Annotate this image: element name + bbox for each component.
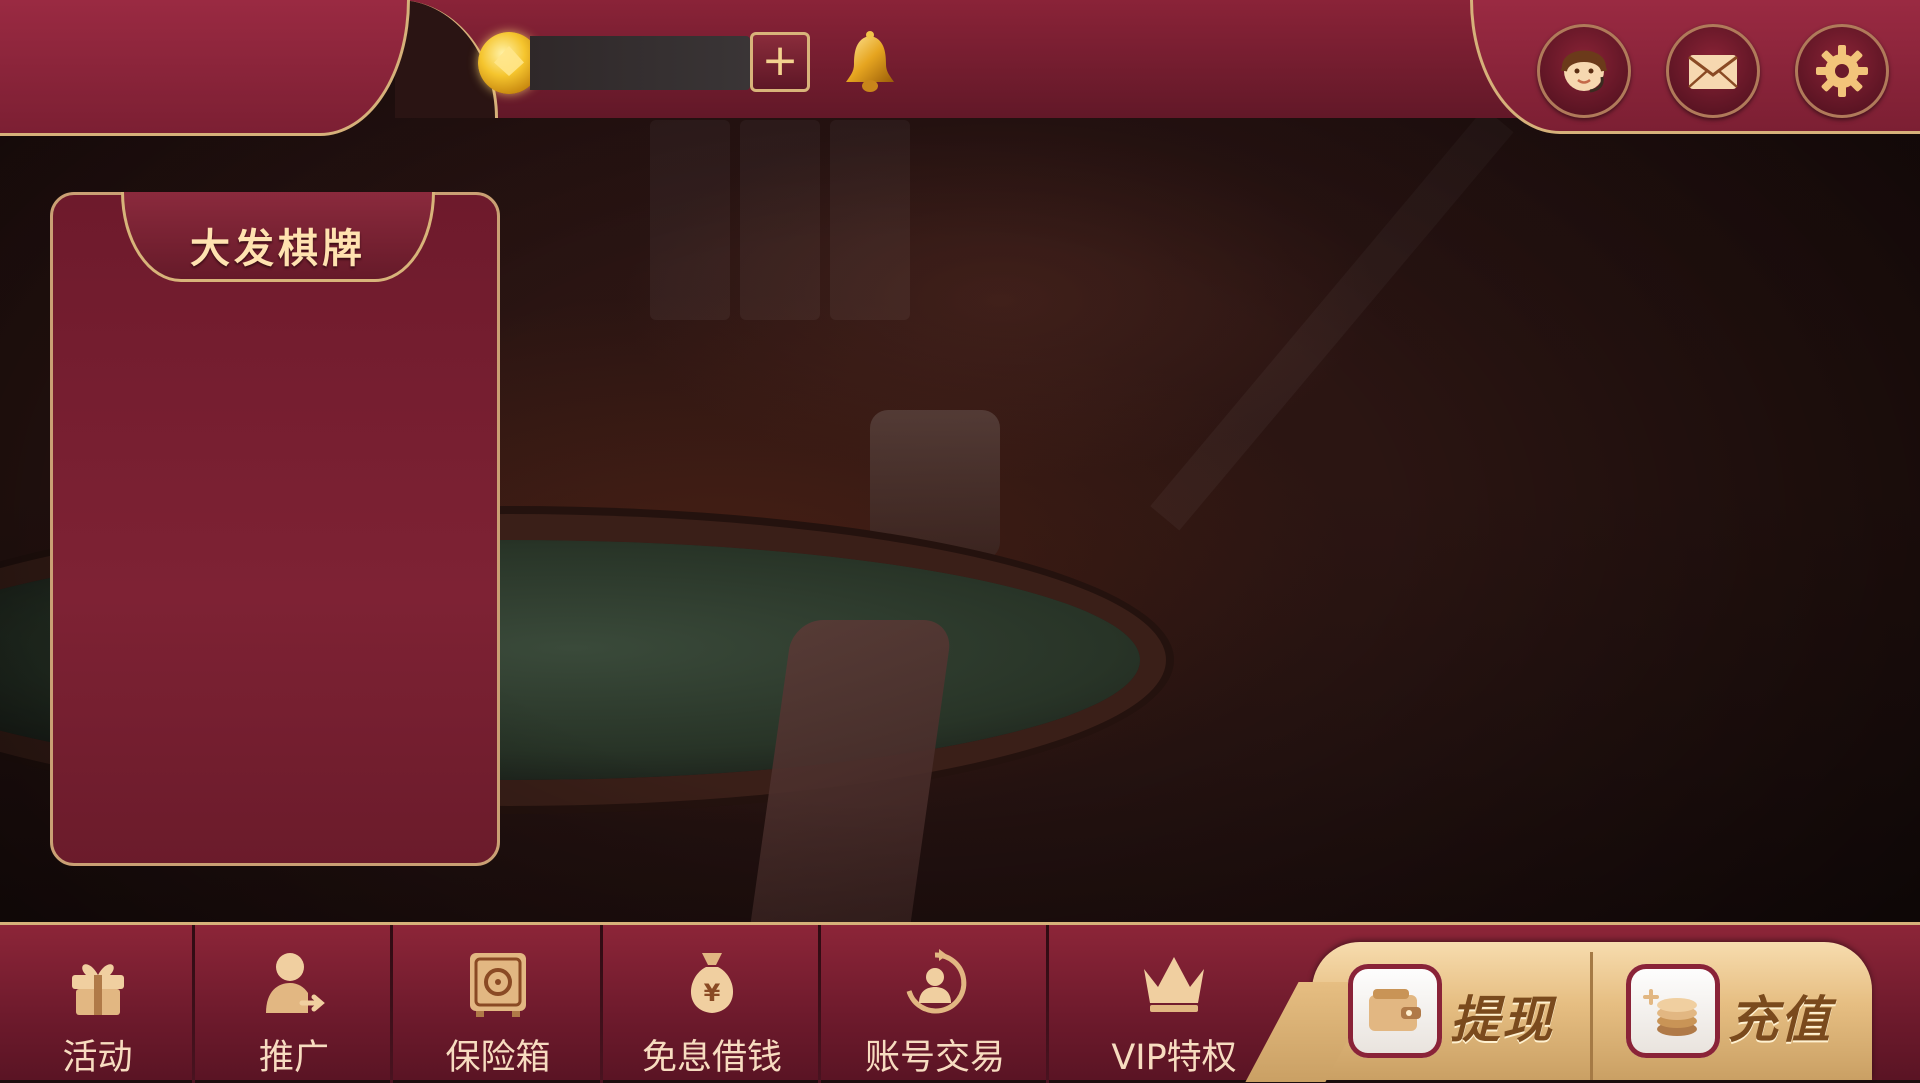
bell-icon[interactable]: [842, 30, 898, 96]
settings-icon: [1816, 45, 1868, 97]
svg-text:¥: ¥: [704, 979, 721, 1007]
mail-button[interactable]: [1666, 24, 1760, 118]
withdraw-label: 提现: [1450, 991, 1554, 1049]
money-bag-icon: ¥: [690, 953, 734, 1013]
nav-item-activity[interactable]: 活动: [0, 925, 195, 1083]
wallet-icon: [1369, 989, 1421, 1031]
account-trade-icon: [906, 949, 967, 1014]
safe-icon: [470, 953, 526, 1017]
crown-icon: [1144, 957, 1204, 1012]
recharge-button[interactable]: 充值: [1610, 962, 1860, 1062]
nav-label: 保险箱: [445, 1038, 551, 1078]
nav-item-safe[interactable]: 保险箱: [393, 925, 603, 1083]
coins-icon-box: [1626, 964, 1720, 1058]
wallet-icon-box: [1348, 964, 1442, 1058]
nav-item-promotion[interactable]: 推广: [195, 925, 393, 1083]
customer-service-icon: [1561, 50, 1607, 93]
customer-service-button[interactable]: [1537, 24, 1631, 118]
nav-label: 推广: [258, 1038, 329, 1078]
nav-label: 活动: [62, 1038, 133, 1078]
cash-panel: 提现 充值: [1312, 942, 1872, 1080]
panel-title-tab: 大发棋牌: [121, 192, 435, 282]
coins-stack-icon: [1643, 989, 1697, 1036]
recharge-label: 充值: [1728, 991, 1832, 1049]
side-panel: 大发棋牌: [50, 192, 500, 866]
top-bar: +: [0, 0, 1920, 140]
cash-divider: [1590, 952, 1593, 1080]
settings-button[interactable]: [1795, 24, 1889, 118]
share-user-icon: [266, 953, 325, 1013]
nav-label: 免息借钱: [641, 1038, 782, 1078]
mail-icon: [1688, 55, 1738, 89]
withdraw-button[interactable]: 提现: [1332, 962, 1582, 1062]
gift-icon: [71, 964, 124, 1015]
nav-item-loan[interactable]: ¥ 免息借钱: [603, 925, 821, 1083]
top-left-plate: [0, 0, 410, 136]
panel-title: 大发棋牌: [190, 226, 366, 272]
balance-value: [548, 48, 738, 78]
add-coins-button[interactable]: +: [750, 32, 810, 92]
nav-item-account-trade[interactable]: 账号交易: [821, 925, 1049, 1083]
nav-label: 账号交易: [864, 1038, 1005, 1078]
